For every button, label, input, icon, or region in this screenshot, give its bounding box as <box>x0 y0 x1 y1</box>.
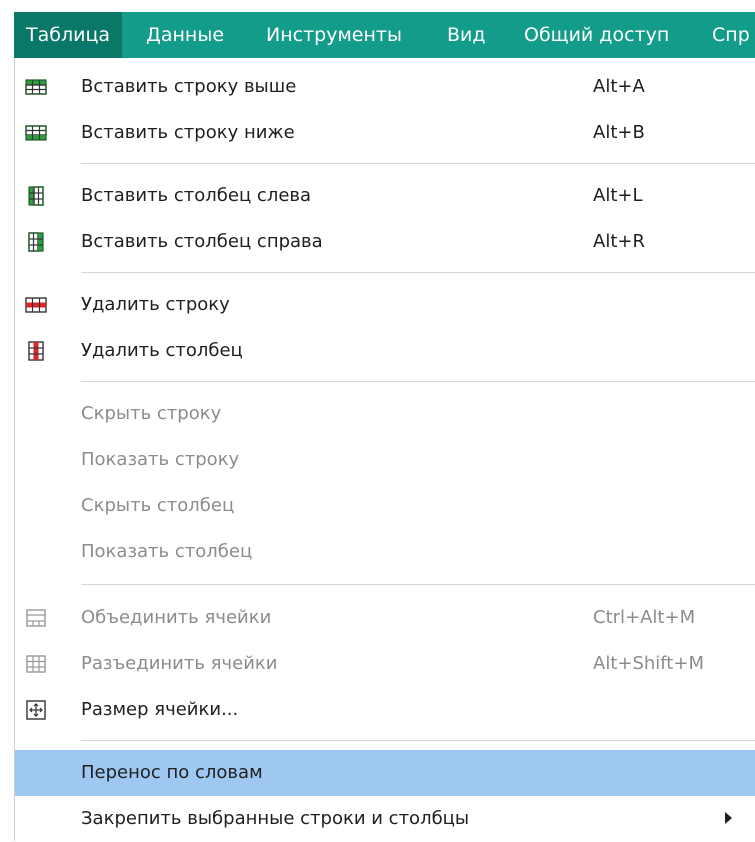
tab-sharing[interactable]: Общий доступ <box>524 12 669 58</box>
insert-row-above-icon <box>25 79 47 95</box>
menu-item-show-column[interactable]: Показать столбец <box>15 529 755 575</box>
menu-item-label: Скрыть строку <box>81 403 222 424</box>
menu-item-shortcut: Alt+R <box>593 231 645 252</box>
menu-item-label: Разъединить ячейки <box>81 653 278 674</box>
menu-item-cell-size[interactable]: Размер ячейки... <box>15 687 755 733</box>
insert-column-right-icon <box>28 232 44 252</box>
menu-item-shortcut: Ctrl+Alt+M <box>593 607 696 628</box>
menu-item-label: Размер ячейки... <box>81 699 239 720</box>
menu-item-label: Вставить строку ниже <box>81 122 295 143</box>
menu-item-label: Удалить столбец <box>81 340 243 361</box>
menu-item-delete-column[interactable]: Удалить столбец <box>15 328 755 374</box>
menu-item-insert-column-left[interactable]: Вставить столбец слева Alt+L <box>15 173 755 219</box>
tab-table[interactable]: Таблица <box>14 12 123 58</box>
menu-item-shortcut: Alt+B <box>593 122 645 143</box>
menu-item-insert-row-below[interactable]: Вставить строку ниже Alt+B <box>15 110 755 156</box>
menu-item-show-row[interactable]: Показать строку <box>15 437 755 483</box>
menu-separator <box>81 381 755 382</box>
menu-item-label: Удалить строку <box>81 294 230 315</box>
menu-item-label: Вставить строку выше <box>81 76 297 97</box>
menu-item-hide-row[interactable]: Скрыть строку <box>15 391 755 437</box>
menu-item-split-cells[interactable]: Разъединить ячейки Alt+Shift+M <box>15 641 755 687</box>
table-dropdown-menu: Вставить строку выше Alt+A Вставить стро… <box>14 58 755 841</box>
delete-row-icon <box>25 297 47 313</box>
menu-item-word-wrap[interactable]: Перенос по словам <box>15 750 755 796</box>
menu-separator <box>81 272 755 273</box>
menu-item-label: Скрыть столбец <box>81 495 235 516</box>
submenu-arrow-icon <box>725 812 732 824</box>
menu-item-shortcut: Alt+A <box>593 76 645 97</box>
menu-item-insert-row-above[interactable]: Вставить строку выше Alt+A <box>15 64 755 110</box>
app-window: Таблица Данные Инструменты Вид Общий дос… <box>0 0 755 841</box>
menu-item-delete-row[interactable]: Удалить строку <box>15 282 755 328</box>
tab-help[interactable]: Спр <box>712 12 750 58</box>
cell-size-icon <box>26 700 46 720</box>
menu-separator <box>81 740 755 741</box>
tab-data[interactable]: Данные <box>146 12 224 58</box>
menu-item-shortcut: Alt+L <box>593 185 643 206</box>
menu-item-insert-column-right[interactable]: Вставить столбец справа Alt+R <box>15 219 755 265</box>
split-cells-icon <box>26 655 46 673</box>
menu-item-shortcut: Alt+Shift+M <box>593 653 704 674</box>
menu-item-label: Вставить столбец справа <box>81 231 323 252</box>
menu-item-label: Показать столбец <box>81 541 253 562</box>
menu-separator <box>81 584 755 585</box>
menu-item-label: Вставить столбец слева <box>81 185 312 206</box>
menu-item-freeze-panes[interactable]: Закрепить выбранные строки и столбцы <box>15 796 755 842</box>
menu-item-hide-column[interactable]: Скрыть столбец <box>15 483 755 529</box>
merge-cells-icon <box>26 609 46 627</box>
menu-bar: Таблица Данные Инструменты Вид Общий дос… <box>0 0 755 64</box>
menu-item-label: Показать строку <box>81 449 240 470</box>
insert-column-left-icon <box>28 186 44 206</box>
delete-column-icon <box>28 341 44 361</box>
menu-separator <box>81 163 755 164</box>
insert-row-below-icon <box>25 125 47 141</box>
menu-item-label: Объединить ячейки <box>81 607 272 628</box>
menu-item-label: Закрепить выбранные строки и столбцы <box>81 808 470 829</box>
tab-view[interactable]: Вид <box>447 12 486 58</box>
menu-item-label: Перенос по словам <box>81 762 263 783</box>
tab-tools[interactable]: Инструменты <box>266 12 402 58</box>
menu-item-merge-cells[interactable]: Объединить ячейки Ctrl+Alt+M <box>15 595 755 641</box>
